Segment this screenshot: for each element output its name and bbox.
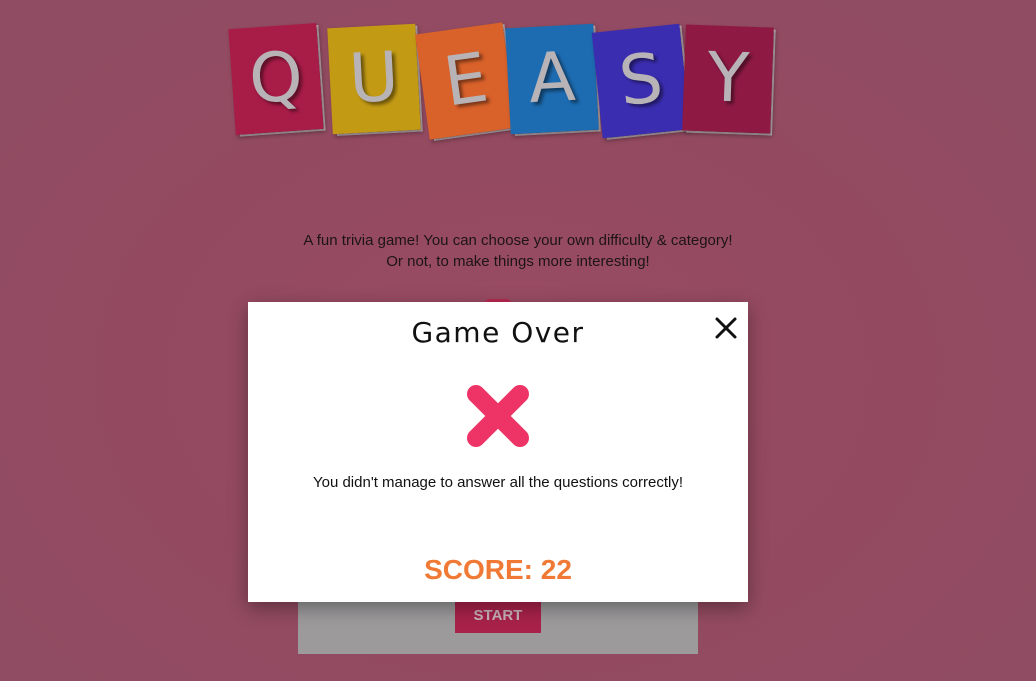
logo-tile: S	[591, 23, 693, 140]
intro-line-2: Or not, to make things more interesting!	[386, 253, 650, 270]
score-display: SCORE: 22	[248, 554, 748, 586]
logo-letter: A	[526, 37, 578, 120]
modal-title: Game Over	[411, 316, 585, 349]
logo-tile: A	[505, 23, 601, 137]
logo-letter: U	[347, 37, 401, 120]
logo-letter: Y	[705, 38, 751, 119]
intro-text: A fun trivia game! You can choose your o…	[0, 230, 1036, 272]
logo-letter: E	[439, 38, 493, 123]
logo-tile: Y	[682, 24, 776, 136]
queasy-logo: Q U E A S Y	[0, 0, 1036, 160]
modal-message: You didn't manage to answer all the ques…	[312, 474, 684, 491]
logo-tile: U	[327, 23, 423, 137]
score-label: SCORE:	[424, 554, 533, 585]
intro-line-1: A fun trivia game! You can choose your o…	[303, 232, 733, 249]
logo-letter: Q	[246, 37, 306, 120]
logo-letter: S	[615, 38, 667, 123]
game-over-modal: Game Over You didn't manage to answer al…	[248, 302, 748, 602]
logo-tile: E	[415, 22, 520, 142]
score-value: 22	[540, 554, 572, 585]
fail-x-icon	[462, 380, 534, 452]
close-icon[interactable]	[710, 312, 742, 344]
logo-tile: Q	[228, 23, 326, 137]
start-button[interactable]: START	[455, 598, 541, 633]
